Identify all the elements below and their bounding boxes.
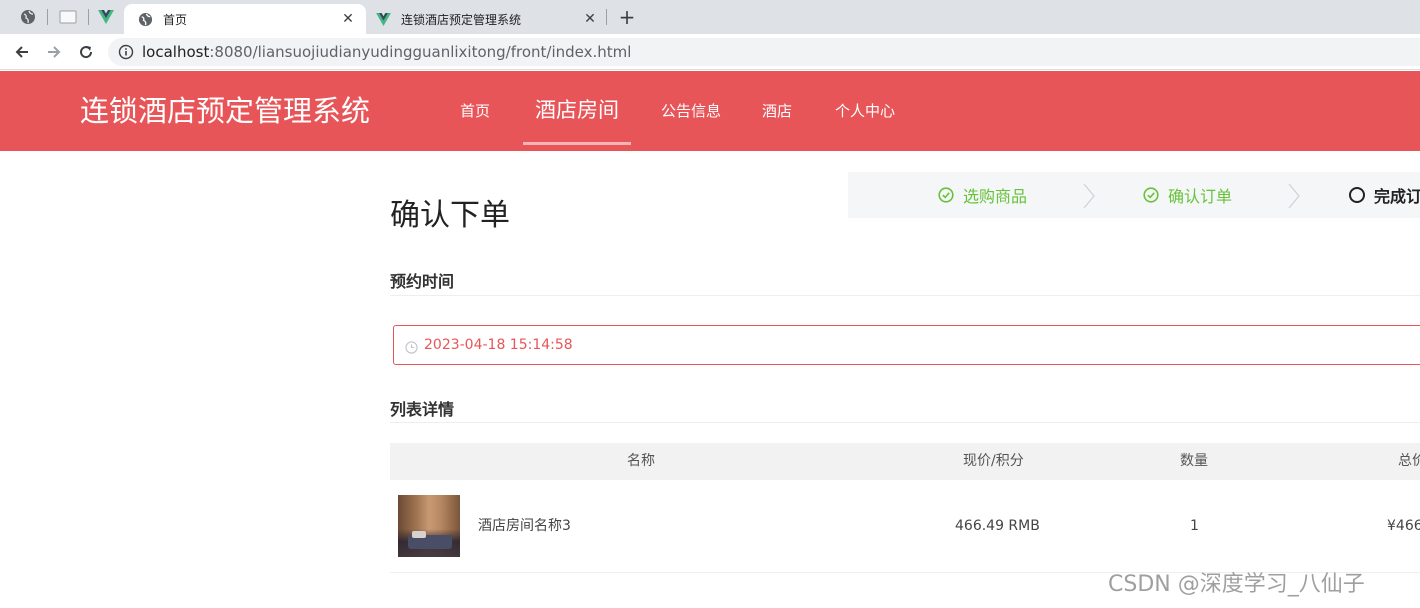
globe-tab-icon[interactable] [18, 6, 38, 28]
tab-title: 首页 [163, 12, 188, 27]
nav-item-hotels[interactable]: 酒店 [762, 71, 792, 151]
arrow-left-icon [15, 46, 28, 58]
step-label: 选购商品 [963, 187, 1028, 206]
room-price: 466.49 RMB [955, 518, 1040, 534]
blank-tab-icon[interactable] [56, 6, 80, 28]
arrow-right-icon [48, 46, 61, 58]
reserve-datetime-picker[interactable]: 2023-04-18 15:14:58 [393, 325, 1420, 365]
step-complete-order: 完成订 [1349, 172, 1420, 218]
nav-item-hotel-rooms[interactable]: 酒店房间 [523, 71, 631, 145]
step-confirm-order: 确认订单 [1143, 172, 1232, 218]
check-circle-icon [1143, 187, 1159, 203]
order-steps: 选购商品 确认订单 完成订 [848, 172, 1420, 218]
room-thumbnail[interactable] [398, 495, 460, 557]
list-details-title: 列表详情 [390, 400, 455, 419]
browser-tab-bar: 首页 ✕ 连锁酒店预定管理系统 ✕ + [0, 0, 1420, 34]
column-header-price: 现价/积分 [963, 453, 1024, 469]
close-tab-icon[interactable]: ✕ [582, 11, 598, 27]
check-circle-icon [938, 187, 954, 203]
watermark: CSDN @深度学习_八仙子 [1108, 572, 1365, 597]
page-heading: 确认下单 [390, 198, 510, 233]
nav-item-home[interactable]: 首页 [460, 71, 490, 151]
circle-icon [1349, 187, 1365, 203]
column-header-name: 名称 [627, 453, 655, 469]
divider [390, 422, 1420, 423]
tab-hotel-system[interactable]: 连锁酒店预定管理系统 ✕ [366, 4, 608, 34]
url-host: localhost [142, 43, 210, 61]
chevron-right-icon [1288, 183, 1300, 209]
room-total: ¥466 [1387, 518, 1420, 534]
table-header: 名称 现价/积分 数量 总价 [390, 443, 1420, 480]
url-text: localhost:8080/liansuojiudianyudingguanl… [142, 38, 631, 66]
divider [390, 295, 1420, 296]
clock-icon [405, 339, 418, 358]
chevron-right-icon [1083, 183, 1095, 209]
column-header-quantity: 数量 [1180, 453, 1208, 469]
globe-icon [138, 12, 153, 27]
back-button[interactable] [10, 40, 34, 64]
nav-item-personal-center[interactable]: 个人中心 [835, 71, 895, 151]
forward-button[interactable] [42, 40, 66, 64]
info-icon[interactable] [118, 44, 134, 64]
table-row: 酒店房间名称3 466.49 RMB 1 ¥466 [390, 480, 1420, 573]
reserve-datetime-value[interactable]: 2023-04-18 15:14:58 [424, 326, 573, 364]
room-name: 酒店房间名称3 [478, 518, 571, 534]
site-title[interactable]: 连锁酒店预定管理系统 [80, 71, 370, 151]
reload-button[interactable] [74, 40, 98, 64]
vue-tab-icon[interactable] [96, 6, 116, 28]
site-header: 连锁酒店预定管理系统 首页 酒店房间 公告信息 酒店 个人中心 [0, 71, 1420, 151]
step-select-goods: 选购商品 [938, 172, 1027, 218]
vue-icon [376, 12, 391, 26]
column-header-total: 总价 [1398, 453, 1420, 469]
reload-icon [80, 46, 93, 59]
step-label: 确认订单 [1168, 187, 1233, 206]
tab-home[interactable]: 首页 ✕ [124, 4, 366, 34]
nav-item-announcements[interactable]: 公告信息 [661, 71, 721, 151]
room-quantity: 1 [1190, 518, 1199, 534]
close-tab-icon[interactable]: ✕ [340, 11, 356, 27]
address-bar[interactable]: localhost:8080/liansuojiudianyudingguanl… [108, 38, 1420, 66]
tab-title: 连锁酒店预定管理系统 [401, 12, 522, 27]
url-path: :8080/liansuojiudianyudingguanlixitong/f… [209, 43, 632, 61]
reserve-time-title: 预约时间 [390, 272, 455, 291]
new-tab-button[interactable]: + [616, 6, 638, 28]
browser-toolbar: localhost:8080/liansuojiudianyudingguanl… [0, 34, 1420, 70]
step-label: 完成订 [1374, 187, 1420, 206]
